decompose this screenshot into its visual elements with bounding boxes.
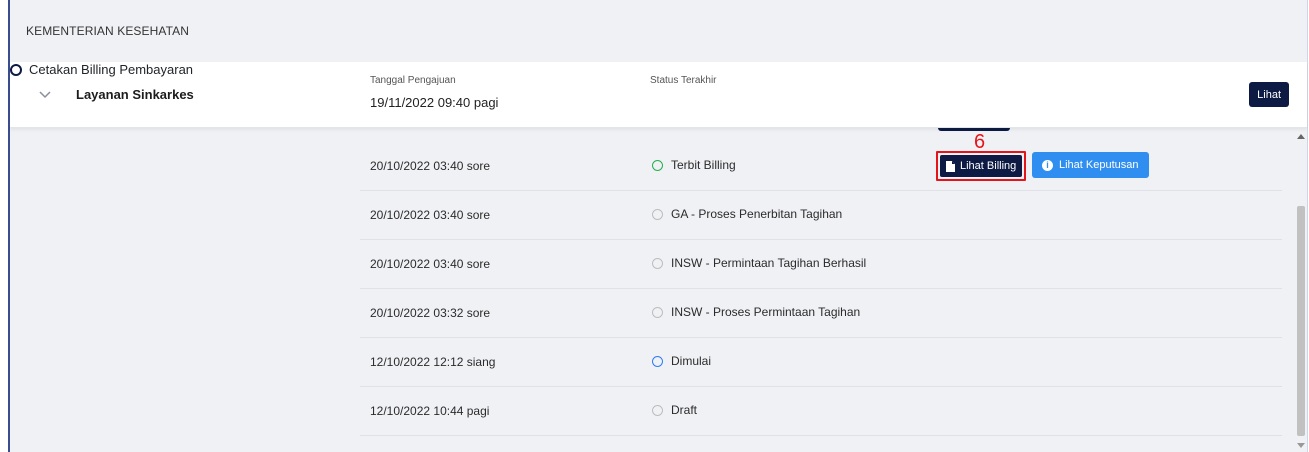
history-status: Terbit Billing <box>652 158 736 172</box>
history-status-text: Dimulai <box>671 354 712 368</box>
history-row: 20/10/2022 03:40 sore Terbit Billing Lih… <box>360 142 1282 191</box>
history-date: 12/10/2022 12:12 siang <box>370 355 496 369</box>
view-billing-button[interactable]: Lihat Billing <box>940 155 1023 177</box>
status-circle-icon <box>652 306 663 318</box>
file-icon <box>946 160 955 172</box>
scroll-down-arrow-icon[interactable] <box>1297 443 1305 448</box>
history-status: INSW - Permintaan Tagihan Berhasil <box>652 256 866 270</box>
status-label: Status Terakhir <box>650 75 717 86</box>
history-date: 20/10/2022 03:40 sore <box>370 159 491 173</box>
history-row: 20/10/2022 03:32 sore INSW - Proses Perm… <box>360 289 1282 338</box>
status-circle-icon <box>652 257 663 269</box>
submit-date-label: Tanggal Pengajuan <box>370 75 456 86</box>
history-list: 6 20/10/2022 03:40 sore Terbit Billing L… <box>10 128 1307 452</box>
status-circle-icon <box>652 208 663 220</box>
history-date: 12/10/2022 10:44 pagi <box>370 404 490 418</box>
view-decision-label: Lihat Keputusan <box>1059 159 1139 171</box>
status-circle-icon <box>652 355 663 367</box>
status-text: Cetakan Billing Pembayaran <box>29 62 194 77</box>
history-status-text: GA - Proses Penerbitan Tagihan <box>671 207 843 221</box>
history-status: INSW - Proses Permintaan Tagihan <box>652 305 860 319</box>
scroll-up-arrow-icon[interactable] <box>1297 134 1305 139</box>
history-status: Draft <box>652 403 697 417</box>
history-status-text: Terbit Billing <box>671 158 736 172</box>
status-circle-icon <box>652 404 663 416</box>
view-button[interactable]: Lihat <box>1249 82 1289 107</box>
history-date: 20/10/2022 03:32 sore <box>370 306 491 320</box>
ministry-panel: KEMENTERIAN KESEHATAN Layanan Sinkarkes … <box>8 0 1308 452</box>
history-row: 12/10/2022 10:44 pagi Draft <box>360 387 1282 436</box>
status-circle-icon <box>652 159 663 171</box>
service-row[interactable]: Layanan Sinkarkes Tanggal Pengajuan 19/1… <box>10 62 1307 128</box>
history-status: GA - Proses Penerbitan Tagihan <box>652 207 842 221</box>
info-circle-icon: i <box>1042 159 1053 171</box>
view-decision-button[interactable]: i Lihat Keputusan <box>1032 152 1149 178</box>
service-name: Layanan Sinkarkes <box>76 87 194 102</box>
scroll-thumb[interactable] <box>1297 206 1305 436</box>
history-row: 12/10/2022 12:12 siang Dimulai <box>360 338 1282 387</box>
panel-header: KEMENTERIAN KESEHATAN <box>10 0 1307 62</box>
submit-date-value: 19/11/2022 09:40 pagi <box>370 95 499 110</box>
vertical-scrollbar[interactable] <box>1295 128 1307 452</box>
history-status-text: INSW - Permintaan Tagihan Berhasil <box>671 256 867 270</box>
history-date: 20/10/2022 03:40 sore <box>370 208 491 222</box>
ministry-title: KEMENTERIAN KESEHATAN <box>26 24 190 38</box>
chevron-down-icon[interactable] <box>38 87 52 101</box>
view-billing-label: Lihat Billing <box>960 160 1017 172</box>
history-status: Dimulai <box>652 354 711 368</box>
highlight-box: Lihat Billing <box>936 151 1027 181</box>
history-status-text: Draft <box>671 403 698 417</box>
status-circle-icon <box>10 63 22 76</box>
history-date: 20/10/2022 03:40 sore <box>370 257 491 271</box>
history-row: 20/10/2022 03:40 sore INSW - Permintaan … <box>360 240 1282 289</box>
history-status-text: INSW - Proses Permintaan Tagihan <box>671 305 861 319</box>
history-row: 20/10/2022 03:40 sore GA - Proses Penerb… <box>360 191 1282 240</box>
